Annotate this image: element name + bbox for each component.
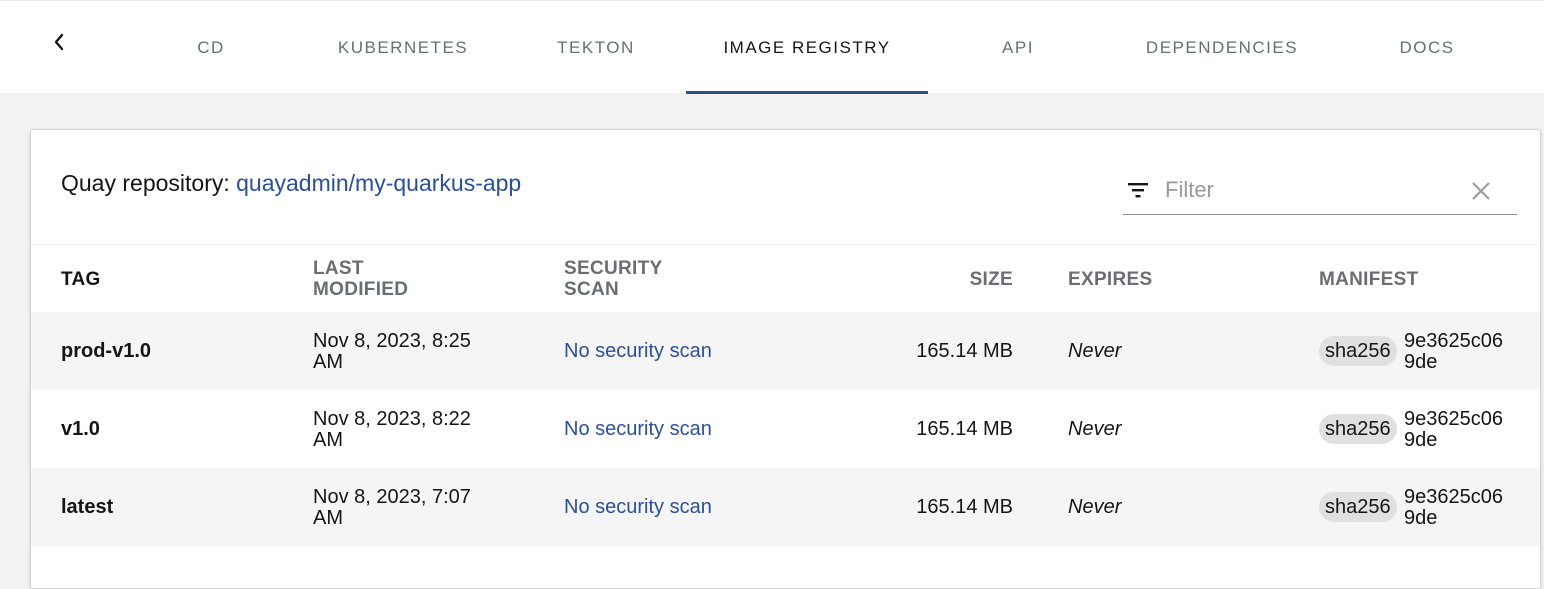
column-header-last-modified[interactable]: LAST MODIFIED [313, 258, 408, 300]
tab-tekton[interactable]: TEKTON [540, 1, 652, 94]
tag-cell: latest [61, 496, 114, 518]
repository-link[interactable]: quayadmin/my-quarkus-app [236, 170, 521, 196]
last-modified-line1: Nov 8, 2023, 7:07 [313, 486, 471, 508]
manifest-digest-line2: 9de [1404, 429, 1438, 451]
repository-label: Quay repository: [61, 170, 237, 196]
manifest-digest: 9e3625c06 9de [1404, 487, 1503, 529]
manifest-algo-badge: sha256 [1319, 414, 1397, 444]
column-header-security-scan-line1: SECURITY [564, 258, 663, 279]
tag-cell: prod-v1.0 [61, 340, 152, 362]
image-registry-card: Quay repository: quayadmin/my-quarkus-ap… [30, 129, 1541, 589]
manifest-digest-line1: 9e3625c06 [1404, 330, 1503, 352]
security-scan-link[interactable]: No security scan [564, 419, 712, 440]
size-cell: 165.14 MB [916, 418, 1013, 440]
filter-field [1123, 164, 1517, 215]
tab-image-registry[interactable]: IMAGE REGISTRY [686, 1, 928, 94]
tab-dependencies[interactable]: DEPENDENCIES [1124, 1, 1320, 94]
tab-docs[interactable]: DOCS [1382, 1, 1472, 94]
expires-cell: Never [1068, 340, 1122, 362]
column-header-last-modified-line1: LAST [313, 258, 364, 279]
tab-kubernetes[interactable]: KUBERNETES [322, 1, 484, 94]
column-header-tag[interactable]: TAG [61, 269, 101, 290]
expires-cell: Never [1068, 496, 1122, 518]
column-header-size[interactable]: SIZE [813, 269, 1013, 290]
security-scan-link[interactable]: No security scan [564, 341, 712, 362]
manifest-digest-line2: 9de [1404, 351, 1438, 373]
manifest-digest-line1: 9e3625c06 [1404, 486, 1503, 508]
table-row: v1.0 Nov 8, 2023, 8:22 AM No security sc… [31, 390, 1540, 468]
last-modified-cell: Nov 8, 2023, 7:07 AM [313, 487, 471, 529]
back-button[interactable] [44, 27, 74, 57]
repository-heading: Quay repository: quayadmin/my-quarkus-ap… [61, 170, 521, 197]
last-modified-line1: Nov 8, 2023, 8:25 [313, 330, 471, 352]
tag-cell: v1.0 [61, 418, 100, 440]
chevron-left-icon [54, 33, 64, 51]
column-header-expires[interactable]: EXPIRES [1068, 269, 1152, 290]
security-scan-link[interactable]: No security scan [564, 497, 712, 518]
column-header-security-scan[interactable]: SECURITY SCAN [564, 258, 662, 300]
table-row: prod-v1.0 Nov 8, 2023, 8:25 AM No securi… [31, 312, 1540, 390]
manifest-algo-badge: sha256 [1319, 336, 1397, 366]
manifest-algo-badge: sha256 [1319, 492, 1397, 522]
expires-cell: Never [1068, 418, 1122, 440]
last-modified-line2: AM [313, 507, 343, 529]
tab-cd[interactable]: CD [175, 1, 247, 94]
size-cell: 165.14 MB [916, 496, 1013, 518]
manifest-digest-line2: 9de [1404, 507, 1438, 529]
manifest-digest-line1: 9e3625c06 [1404, 408, 1503, 430]
header-divider [31, 244, 1540, 245]
size-cell: 165.14 MB [916, 340, 1013, 362]
tab-bar: CD KUBERNETES TEKTON IMAGE REGISTRY API … [0, 0, 1544, 94]
filter-input[interactable] [1165, 174, 1455, 206]
filter-icon [1128, 183, 1148, 198]
last-modified-cell: Nov 8, 2023, 8:22 AM [313, 409, 471, 451]
table-row: latest Nov 8, 2023, 7:07 AM No security … [31, 468, 1540, 546]
last-modified-line1: Nov 8, 2023, 8:22 [313, 408, 471, 430]
manifest-digest: 9e3625c06 9de [1404, 409, 1503, 451]
last-modified-cell: Nov 8, 2023, 8:25 AM [313, 331, 471, 373]
manifest-digest: 9e3625c06 9de [1404, 331, 1503, 373]
last-modified-line2: AM [313, 429, 343, 451]
last-modified-line2: AM [313, 351, 343, 373]
tab-api[interactable]: API [985, 1, 1051, 94]
column-header-manifest[interactable]: MANIFEST [1319, 269, 1419, 290]
column-header-security-scan-line2: SCAN [564, 279, 620, 300]
column-header-last-modified-line2: MODIFIED [313, 279, 409, 300]
close-icon[interactable] [1470, 180, 1492, 202]
